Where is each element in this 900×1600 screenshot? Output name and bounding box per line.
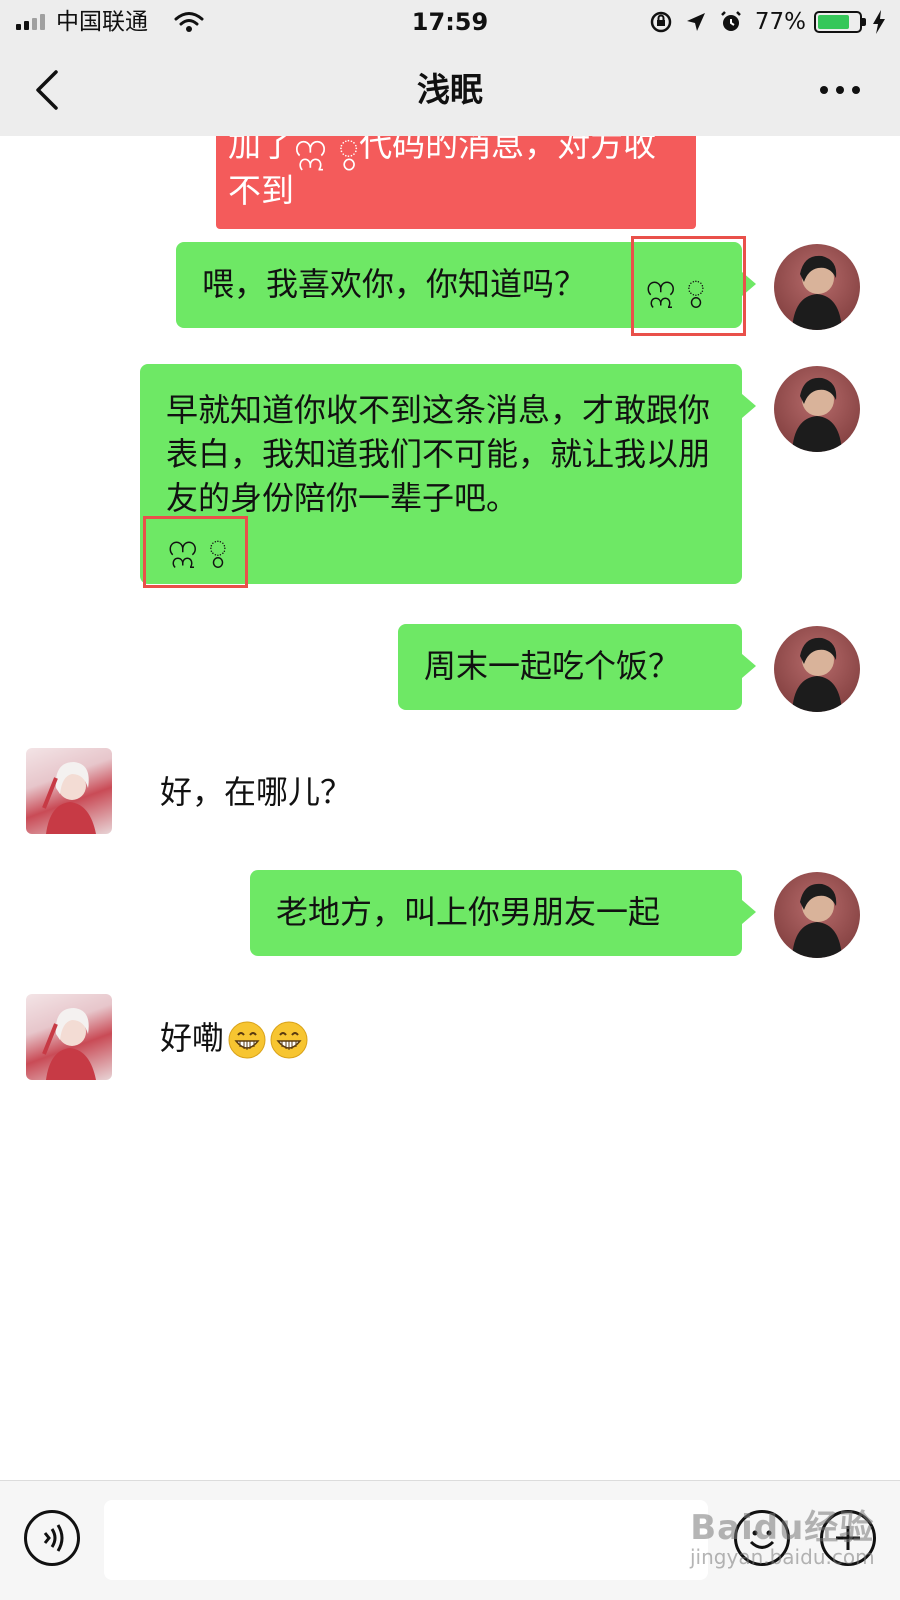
battery-percent: 77% — [754, 9, 806, 35]
chat-area[interactable]: 加了ဣ ွ代码的消息，对方收不到 喂，我喜欢你，你知道吗？ ဣ ွ 早就知道你收… — [0, 136, 900, 1480]
highlight-box-1 — [631, 236, 746, 336]
more-button[interactable] — [818, 80, 862, 100]
person-icon — [792, 637, 842, 712]
friend-avatar[interactable] — [26, 994, 112, 1080]
battery-icon — [814, 11, 866, 33]
friend-avatar[interactable] — [26, 748, 112, 834]
voice-button[interactable] — [24, 1510, 80, 1566]
message-text-3: 周末一起吃个饭？ — [424, 647, 681, 685]
nav-bar: 浅眠 — [0, 44, 900, 136]
message-6[interactable]: 好嘞 — [160, 1016, 308, 1060]
message-text-6: 好嘞 — [160, 1019, 225, 1057]
grinning-face-emoji — [228, 1021, 266, 1059]
message-text-4[interactable]: 好，在哪儿？ — [160, 770, 352, 814]
alarm-icon — [719, 10, 743, 34]
message-text-5: 老地方，叫上你男朋友一起 — [276, 893, 661, 931]
rotation-lock-icon — [649, 10, 673, 34]
more-icon — [820, 86, 828, 94]
smile-icon — [749, 1530, 775, 1549]
person-icon — [42, 762, 96, 834]
status-bar: 中国联通 17:59 77% — [0, 0, 900, 44]
emoji-button[interactable] — [734, 1510, 790, 1566]
plus-button[interactable] — [820, 1510, 876, 1566]
person-icon — [792, 883, 842, 958]
my-avatar[interactable] — [774, 366, 860, 452]
my-avatar[interactable] — [774, 244, 860, 330]
person-icon — [792, 255, 842, 330]
person-icon — [792, 377, 842, 452]
my-avatar[interactable] — [774, 872, 860, 958]
charging-icon — [872, 10, 886, 34]
message-text-2: 早就知道你收不到这条消息，才敢跟你表白，我知道我们不可能，就让我以朋友的身份陪你… — [166, 391, 711, 517]
voice-icon — [43, 1524, 64, 1552]
grinning-face-emoji — [270, 1021, 308, 1059]
plus-icon — [836, 1526, 860, 1550]
message-bubble-3[interactable]: 周末一起吃个饭？ — [398, 624, 756, 710]
annotation-note: 加了ဣ ွ代码的消息，对方收不到 — [216, 136, 696, 229]
input-bar — [0, 1480, 900, 1600]
status-right-group: 77% — [637, 9, 886, 35]
person-icon — [42, 1008, 96, 1080]
my-avatar[interactable] — [774, 626, 860, 712]
chat-title: 浅眠 — [417, 70, 483, 109]
message-bubble-5[interactable]: 老地方，叫上你男朋友一起 — [250, 870, 756, 956]
location-icon — [685, 11, 707, 33]
highlight-box-2 — [143, 516, 248, 588]
message-input[interactable] — [104, 1500, 708, 1580]
